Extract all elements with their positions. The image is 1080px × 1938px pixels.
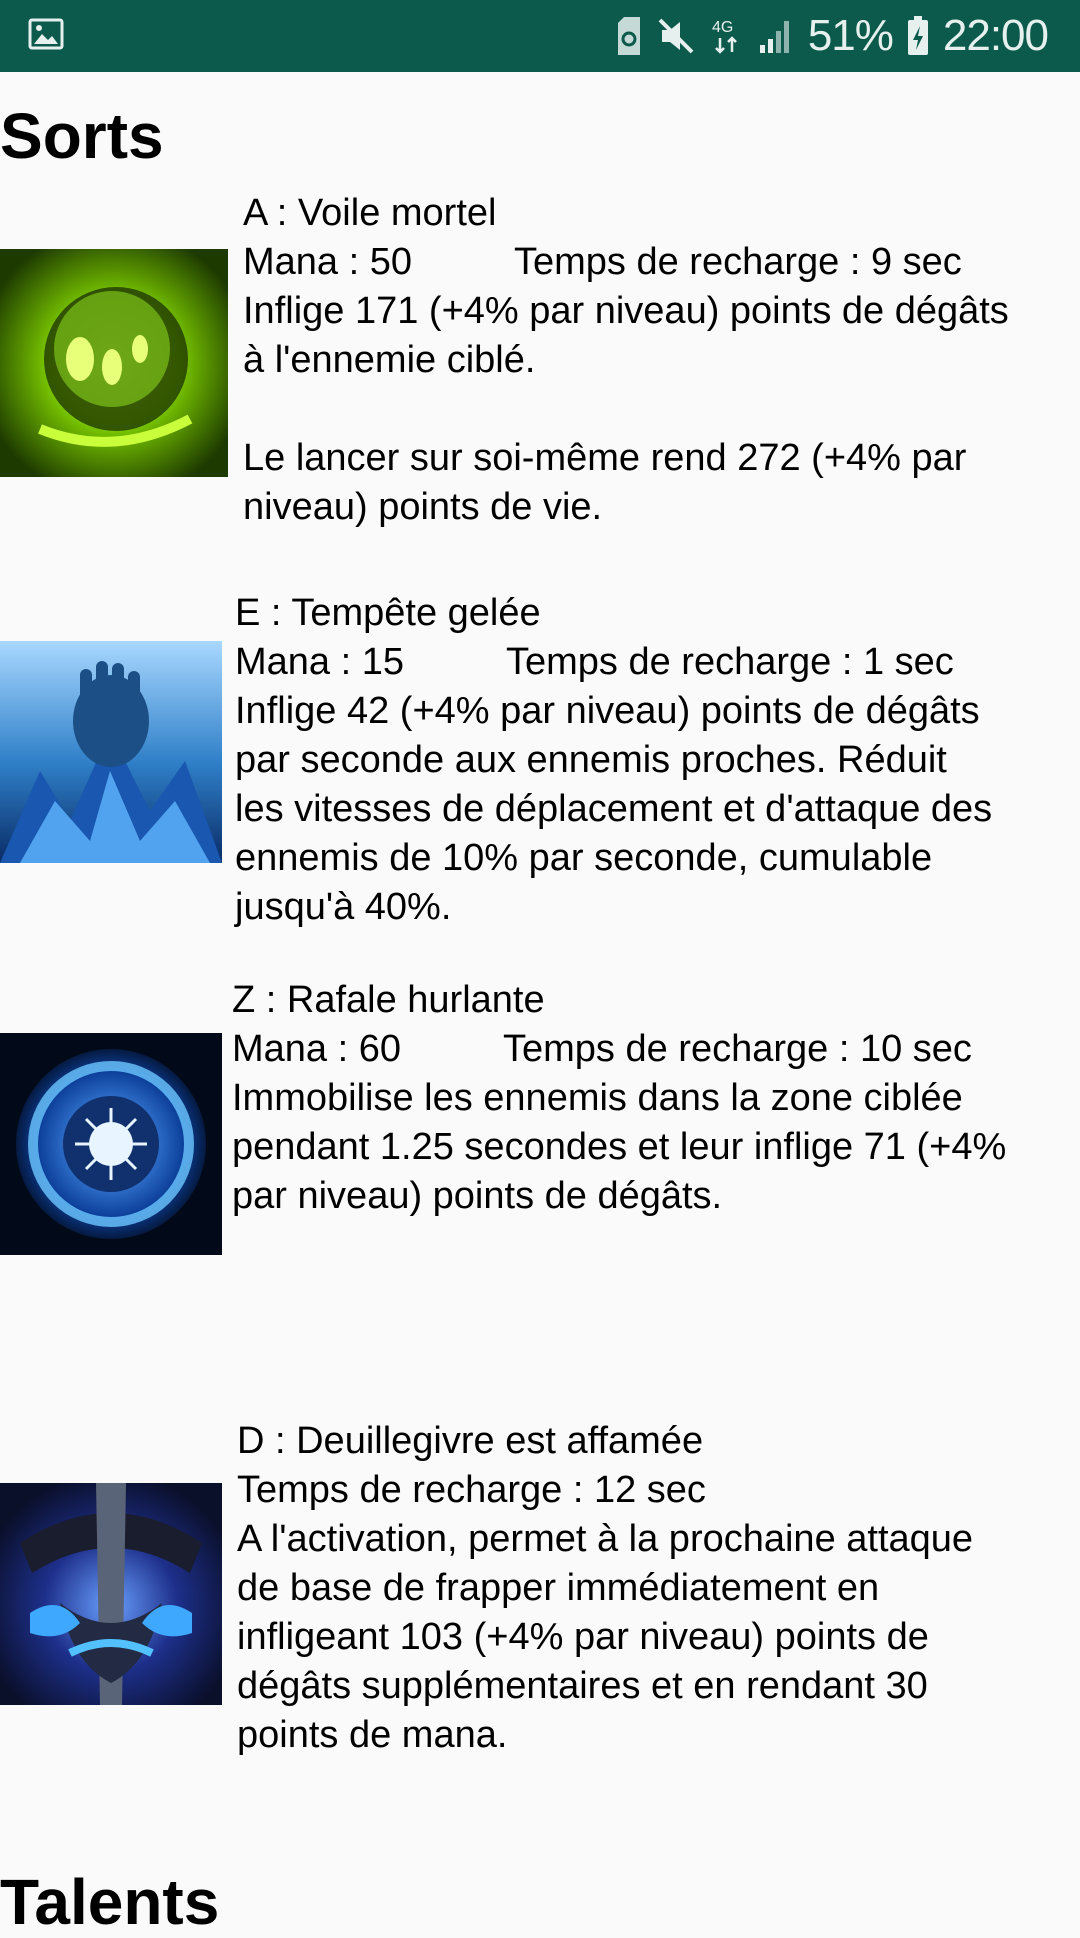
spell-desc-line: Immobilise les ennemis dans la zone cibl… [232, 1077, 963, 1119]
death-coil-icon [0, 249, 228, 477]
spell-title: Z : Rafale hurlante [232, 979, 545, 1021]
spell-desc-line: les vitesses de déplacement et d'attaque… [235, 788, 993, 830]
spell-desc-line: pendant 1.25 secondes et leur inflige 71… [232, 1126, 1007, 1168]
howling-blast-icon [0, 1033, 222, 1255]
spell-desc-line: ennemis de 10% par seconde, cumulable [235, 837, 933, 879]
spell-stats: Mana : 60 Temps de recharge : 10 sec [232, 1025, 1080, 1074]
spell-mana: Mana : 60 [232, 1028, 401, 1070]
spell-desc-line: par seconde aux ennemis proches. Réduit [235, 739, 947, 781]
spell-cooldown: Temps de recharge : 9 sec [514, 241, 962, 283]
mute-icon [658, 18, 694, 54]
spell-card: E : Tempête gelée Mana : 15 Temps de rech… [235, 589, 1080, 932]
network-4g-icon: 4G [712, 19, 737, 54]
section-title-spells: Sorts [0, 100, 164, 172]
spell-desc-line: Inflige 171 (+4% par niveau) points de d… [243, 290, 1009, 332]
spell-card: A : Voile mortel Mana : 50 Temps de recha… [243, 189, 1080, 532]
spell-card: D : Deuillegivre est affamée Temps de re… [237, 1417, 1080, 1760]
spell-cooldown: Temps de recharge : 1 sec [506, 641, 954, 683]
battery-icon [907, 16, 928, 55]
spell-desc-line: infligeant 103 (+4% par niveau) points d… [237, 1616, 929, 1658]
spell-desc-line: dégâts supplémentaires et en rendant 30 [237, 1665, 928, 1707]
spell-desc-line: A l'activation, permet à la prochaine at… [237, 1518, 974, 1560]
frost-storm-icon [0, 641, 222, 863]
spell-desc-line: à l'ennemie ciblé. [243, 339, 536, 381]
spell-desc-line: Le lancer sur soi-même rend 272 (+4% par [243, 437, 967, 479]
spell-card: Z : Rafale hurlante Mana : 60 Temps de re… [232, 976, 1080, 1221]
spell-title: A : Voile mortel [243, 192, 497, 234]
spell-cooldown: Temps de recharge : 10 sec [503, 1028, 972, 1070]
sim-icon [617, 17, 640, 55]
spell-mana: Mana : 15 [235, 641, 404, 683]
signal-icon [759, 21, 789, 53]
spell-title: D : Deuillegivre est affamée [237, 1420, 704, 1462]
spell-desc-line: de base de frapper immédiatement en [237, 1567, 880, 1609]
spell-desc-line: points de mana. [237, 1714, 508, 1756]
spell-title: E : Tempête gelée [235, 592, 541, 634]
spell-mana: Mana : 50 [243, 241, 412, 283]
image-icon [28, 18, 64, 50]
spell-cooldown: Temps de recharge : 12 sec [237, 1469, 706, 1511]
spell-desc-line: par niveau) points de dégâts. [232, 1175, 723, 1217]
spell-desc-line: jusqu'à 40%. [235, 886, 452, 928]
status-bar: 4G 51% 22:00 [0, 0, 1080, 72]
spell-stats: Mana : 50 Temps de recharge : 9 sec [243, 238, 1080, 287]
battery-percent: 51% [807, 11, 894, 60]
section-title-talents: Talents [0, 1866, 220, 1938]
frostmourne-icon [0, 1483, 222, 1705]
spell-desc-line: Inflige 42 (+4% par niveau) points de dé… [235, 690, 980, 732]
svg-text:4G: 4G [712, 19, 733, 36]
spell-stats: Mana : 15 Temps de recharge : 1 sec [235, 638, 1080, 687]
spell-desc-line: niveau) points de vie. [243, 486, 603, 528]
clock: 22:00 [942, 11, 1049, 60]
